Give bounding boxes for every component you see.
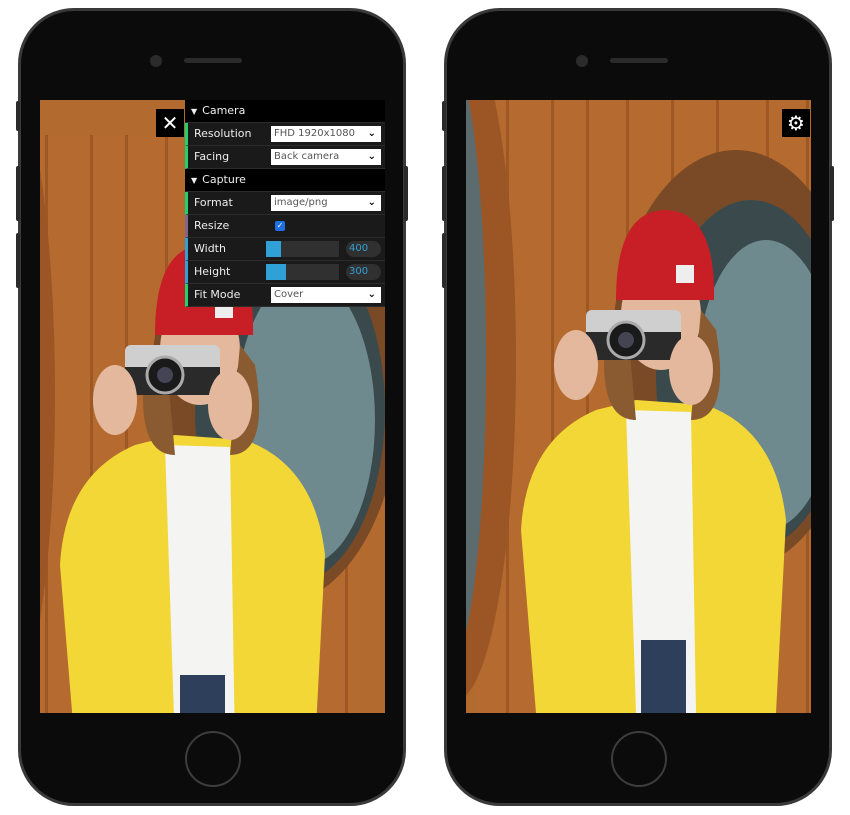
volume-down-button <box>442 233 446 288</box>
fit-mode-label: Fit Mode <box>194 288 241 301</box>
fit-mode-row: Fit Mode Cover ⌄ <box>185 284 385 307</box>
facing-label: Facing <box>194 150 230 163</box>
camera-preview: ⚙ <box>466 100 811 713</box>
power-button <box>404 166 408 221</box>
camera-feed-image <box>466 100 811 713</box>
home-button[interactable] <box>185 731 241 787</box>
gear-icon[interactable]: ⚙ <box>782 109 810 137</box>
volume-up-button <box>442 166 446 221</box>
front-camera <box>576 55 588 67</box>
right-phone: ⚙ <box>442 8 834 806</box>
chevron-down-icon: ⌄ <box>367 151 376 162</box>
resolution-row: Resolution FHD 1920x1080 ⌄ <box>185 123 385 146</box>
settings-panel: ▼ Camera Resolution FHD 1920x1080 ⌄ Facing… <box>185 100 385 307</box>
format-row: Format image/png ⌄ <box>185 192 385 215</box>
home-button[interactable] <box>611 731 667 787</box>
volume-down-button <box>16 233 20 288</box>
collapse-icon: ▼ <box>191 176 198 185</box>
width-row: Width 400 <box>185 238 385 261</box>
width-slider[interactable] <box>266 241 339 257</box>
folder-capture[interactable]: ▼ Capture <box>185 169 385 192</box>
chevron-down-icon: ⌄ <box>367 128 376 139</box>
power-button <box>830 166 834 221</box>
fit-mode-select[interactable]: Cover ⌄ <box>271 287 381 303</box>
folder-camera[interactable]: ▼ Camera <box>185 100 385 123</box>
mute-switch <box>16 101 20 131</box>
resolution-label: Resolution <box>194 127 252 140</box>
resize-checkbox[interactable]: ✓ <box>275 221 285 231</box>
collapse-icon: ▼ <box>191 107 198 116</box>
resize-label: Resize <box>194 219 230 232</box>
left-phone: ✕ ▼ Camera Resolution FHD 1920x1080 ⌄ Faci… <box>16 8 408 806</box>
height-slider[interactable] <box>266 264 339 280</box>
front-camera <box>150 55 162 67</box>
facing-row: Facing Back camera ⌄ <box>185 146 385 169</box>
speaker <box>610 58 668 63</box>
volume-up-button <box>16 166 20 221</box>
chevron-down-icon: ⌄ <box>367 197 376 208</box>
mute-switch <box>442 101 446 131</box>
facing-select[interactable]: Back camera ⌄ <box>271 149 381 165</box>
slider-fill <box>266 241 282 257</box>
height-row: Height 300 <box>185 261 385 284</box>
resize-row: Resize ✓ <box>185 215 385 238</box>
width-input[interactable]: 400 <box>346 241 381 257</box>
format-select[interactable]: image/png ⌄ <box>271 195 381 211</box>
camera-preview: ✕ ▼ Camera Resolution FHD 1920x1080 ⌄ Faci… <box>40 100 385 713</box>
height-input[interactable]: 300 <box>346 264 381 280</box>
height-label: Height <box>194 265 231 278</box>
resolution-select[interactable]: FHD 1920x1080 ⌄ <box>271 126 381 142</box>
speaker <box>184 58 242 63</box>
chevron-down-icon: ⌄ <box>367 289 376 300</box>
format-label: Format <box>194 196 233 209</box>
slider-fill <box>266 264 287 280</box>
width-label: Width <box>194 242 226 255</box>
close-icon[interactable]: ✕ <box>156 109 184 137</box>
